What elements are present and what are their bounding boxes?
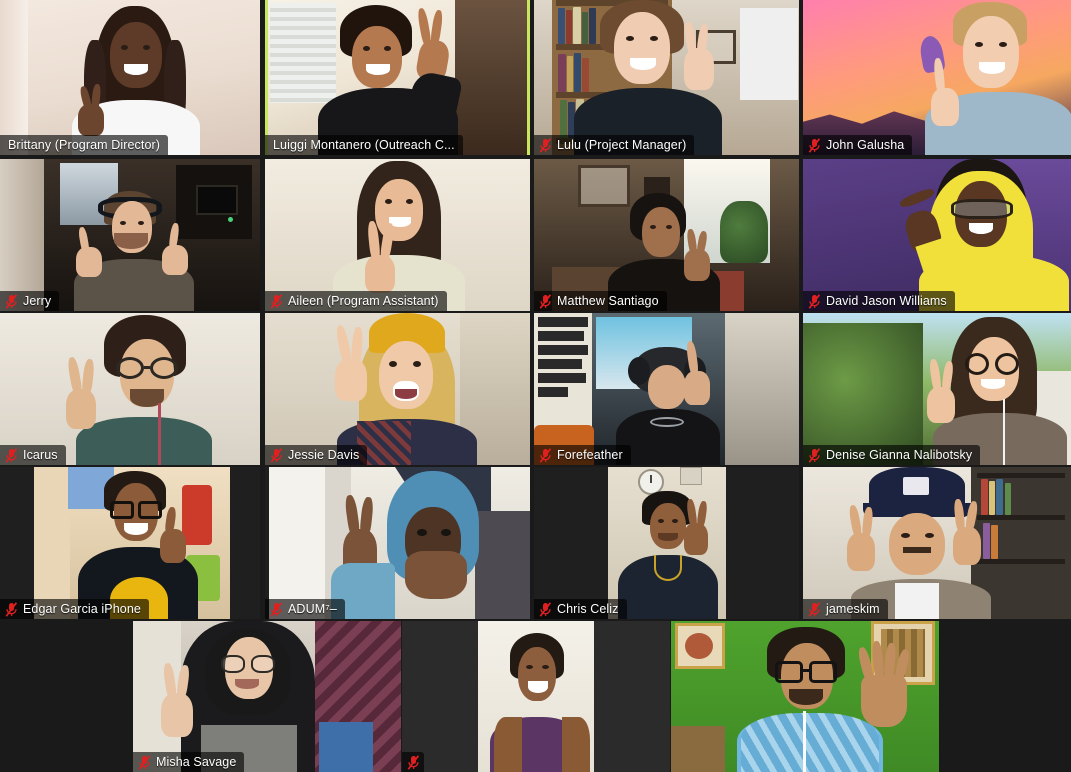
nameplate: Misha Savage [133,752,245,772]
participant-tile-david-jason-williams[interactable]: David Jason Williams [803,159,1071,311]
participant-tile-aileen[interactable]: Aileen (Program Assistant) [265,159,530,311]
participant-name: Lulu (Project Manager) [557,138,687,152]
zoom-gallery-view: Brittany (Program Director) Luiggi Monta… [0,0,1071,772]
nameplate: Aileen (Program Assistant) [265,291,447,311]
nameplate [402,752,424,772]
participant-tile-jessie-davis[interactable]: Jessie Davis [265,313,530,465]
participant-name: Aileen (Program Assistant) [288,294,439,308]
muted-microphone-icon [270,447,283,463]
participant-name: Forefeather [557,448,623,462]
participant-tile-luiggi[interactable]: Luiggi Montanero (Outreach C... [265,0,530,155]
muted-microphone-icon [539,137,552,153]
muted-microphone-icon [808,293,821,309]
muted-microphone-icon [5,447,18,463]
participant-tile-brittany[interactable]: Brittany (Program Director) [0,0,260,155]
participant-tile-unnamed[interactable] [402,621,670,772]
gallery-row-2: Jerry Aileen (Program Assistant) Matthew… [0,159,1071,311]
muted-microphone-icon [808,601,821,617]
nameplate: Brittany (Program Director) [0,135,169,155]
participant-tile-forefeather[interactable]: Forefeather [534,313,799,465]
muted-microphone-icon [270,601,283,617]
muted-microphone-icon [539,601,552,617]
participant-name: Denise Gianna Nalibotsky [826,448,973,462]
participant-name: Brittany (Program Director) [8,138,161,152]
muted-microphone-icon [270,293,283,309]
participant-tile-matthew-santiago[interactable]: Matthew Santiago [534,159,799,311]
participant-name: Matthew Santiago [557,294,659,308]
nameplate: Edgar Garcia iPhone [0,599,149,619]
participant-tile-jerry[interactable]: Jerry [0,159,260,311]
participant-tile-jameskim[interactable]: jameskim [803,467,1071,619]
participant-tile-edgar-garcia-iphone[interactable]: Edgar Garcia iPhone [0,467,260,619]
participant-name: Jessie Davis [288,448,360,462]
muted-microphone-icon [5,293,18,309]
participant-name: Misha Savage [156,755,237,769]
participant-name: David Jason Williams [826,294,947,308]
nameplate: Jerry [0,291,60,311]
participant-name: Jerry [23,294,52,308]
nameplate: Luiggi Montanero (Outreach C... [265,135,463,155]
gallery-row-3: Icarus Jessie Davis Forefeather Denise G… [0,313,1071,465]
muted-microphone-icon [539,447,552,463]
participant-name: John Galusha [826,138,905,152]
nameplate: David Jason Williams [803,291,955,311]
nameplate: Lulu (Project Manager) [534,135,695,155]
participant-tile-john-galusha[interactable]: John Galusha [803,0,1071,155]
participant-name: jameskim [826,602,880,616]
muted-microphone-icon [138,754,151,770]
participant-name: Edgar Garcia iPhone [23,602,141,616]
participant-tile-green-room[interactable] [671,621,939,772]
muted-microphone-icon [808,447,821,463]
participant-tile-denise-gianna-nalibotsky[interactable]: Denise Gianna Nalibotsky [803,313,1071,465]
participant-name: Luiggi Montanero (Outreach C... [273,138,455,152]
participant-name: Chris Celiz [557,602,619,616]
muted-microphone-icon [5,601,18,617]
muted-microphone-icon [808,137,821,153]
participant-tile-lulu[interactable]: Lulu (Project Manager) [534,0,799,155]
nameplate: Forefeather [534,445,631,465]
participant-tile-misha-savage[interactable]: Misha Savage [133,621,401,772]
participant-tile-adum[interactable]: ADUM⁷– [265,467,530,619]
gallery-row-4: Edgar Garcia iPhone ADUM⁷– Chris Celiz j… [0,467,1071,619]
muted-microphone-icon [539,293,552,309]
gallery-row-1: Brittany (Program Director) Luiggi Monta… [0,0,1071,155]
nameplate: John Galusha [803,135,913,155]
participant-name: Icarus [23,448,58,462]
nameplate: Jessie Davis [265,445,368,465]
gallery-row-5: Misha Savage [0,621,1071,772]
nameplate: jameskim [803,599,888,619]
participant-tile-icarus[interactable]: Icarus [0,313,260,465]
participant-name: ADUM⁷– [288,602,337,616]
participant-tile-chris-celiz[interactable]: Chris Celiz [534,467,799,619]
nameplate: Denise Gianna Nalibotsky [803,445,981,465]
nameplate: Chris Celiz [534,599,627,619]
muted-microphone-icon [407,754,420,770]
nameplate: ADUM⁷– [265,599,345,619]
nameplate: Icarus [0,445,66,465]
nameplate: Matthew Santiago [534,291,667,311]
